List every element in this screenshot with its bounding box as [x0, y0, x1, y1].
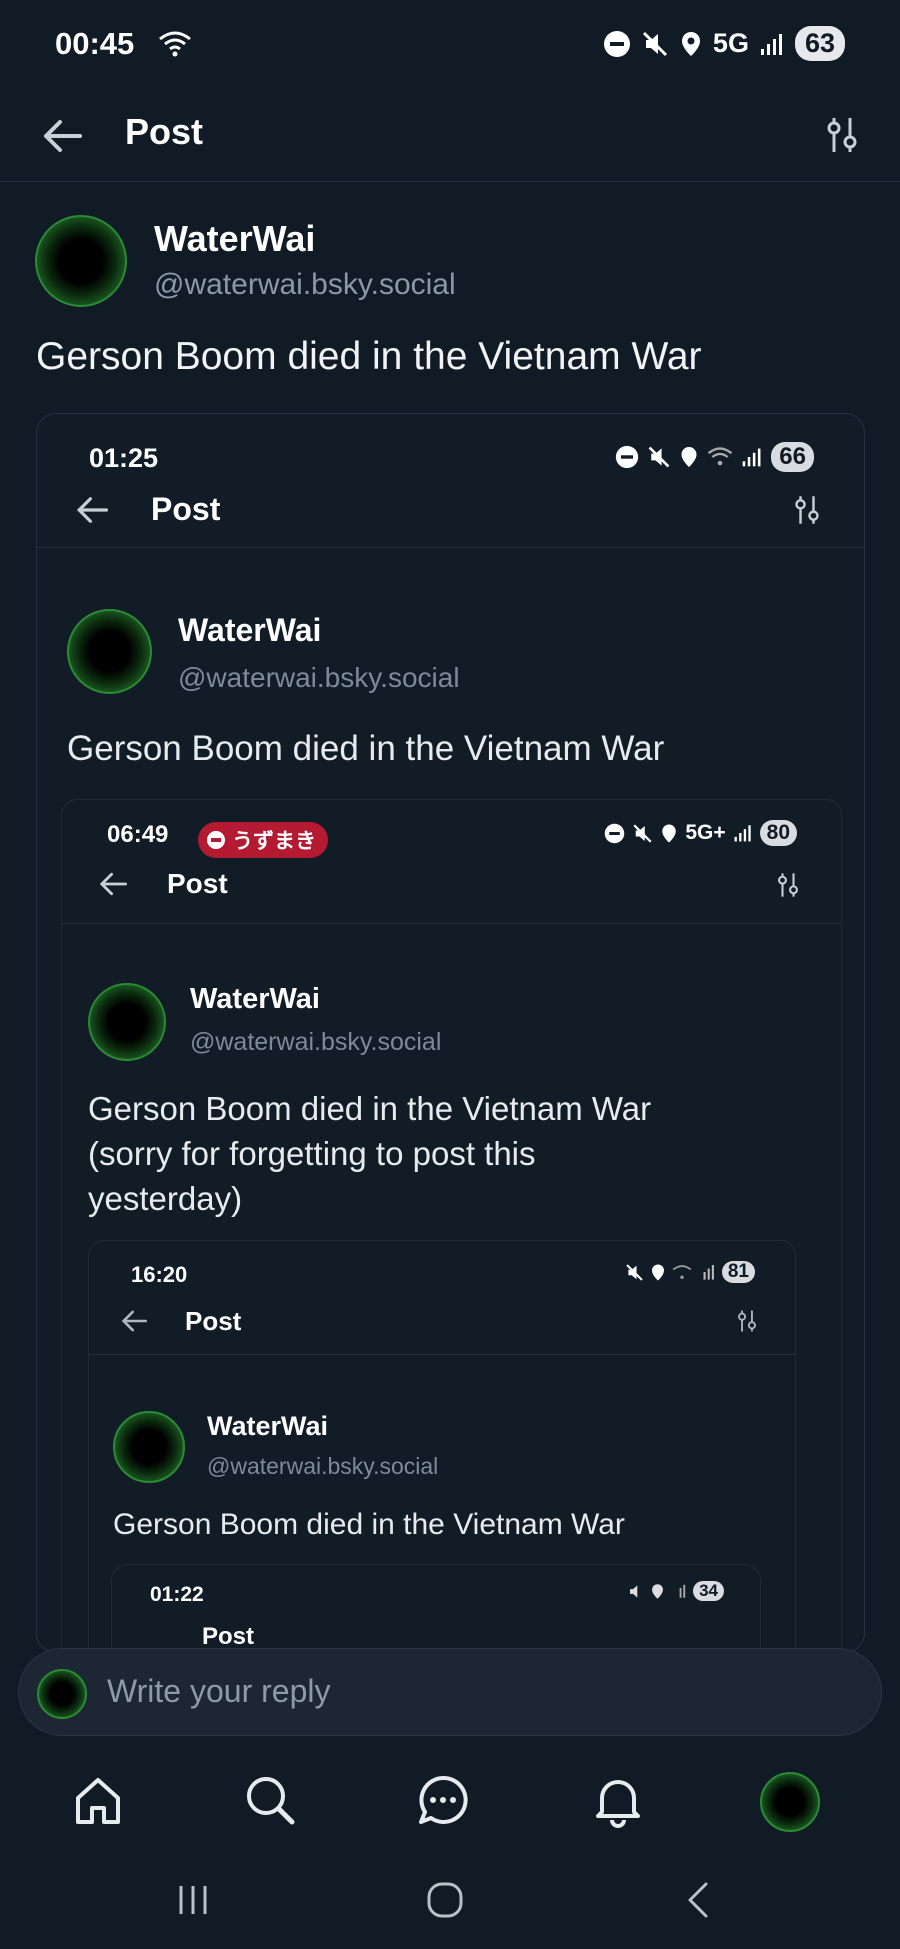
signal-icon [734, 825, 751, 842]
wifi-icon [159, 31, 191, 57]
embed-title: Post [167, 868, 228, 899]
avatar [67, 609, 152, 694]
location-icon [681, 447, 697, 467]
embed-text-line: Gerson Boom died in the Vietnam War [88, 1090, 652, 1127]
location-icon [662, 824, 677, 842]
dnd-icon [605, 823, 625, 843]
back-arrow-icon [99, 872, 127, 896]
embed-text-line: yesterday) [88, 1180, 243, 1217]
mute-icon [630, 1584, 638, 1598]
back-arrow-icon [121, 1310, 147, 1332]
embed-status-icons: 81 [625, 1261, 755, 1283]
embed-status-icons: 34 [627, 1581, 724, 1601]
status-bar: 00:45 5G 63 [0, 0, 900, 92]
nested-embed: 01:22 34 Post [111, 1564, 761, 1652]
location-icon [681, 31, 700, 56]
filter-icon [778, 873, 798, 897]
home-button-icon[interactable] [425, 1880, 465, 1920]
back-button-icon[interactable] [680, 1878, 716, 1922]
embed-battery: 34 [693, 1581, 724, 1601]
post-text: Gerson Boom died in the Vietnam War [36, 335, 702, 378]
mute-icon [648, 446, 670, 468]
embed-time: 01:25 [89, 443, 159, 473]
location-icon [651, 1264, 664, 1280]
dnd-icon [603, 30, 630, 57]
bottom-nav [0, 1752, 900, 1852]
embed-author-name: WaterWai [207, 1411, 329, 1441]
app-notification-pill: うずまき [198, 822, 328, 858]
battery-level: 63 [794, 26, 845, 61]
signal-icon [679, 1584, 686, 1598]
embed-text: Gerson Boom died in the Vietnam War [113, 1508, 625, 1541]
location-icon [652, 1583, 664, 1599]
avatar [37, 1669, 87, 1719]
embed-author-name: WaterWai [178, 612, 322, 648]
reply-bar[interactable]: Write your reply [18, 1648, 882, 1736]
embed-author-handle: @waterwai.bsky.social [207, 1453, 439, 1479]
avatar [113, 1411, 185, 1483]
avatar[interactable] [35, 215, 127, 307]
embed-author-name: WaterWai [190, 983, 320, 1015]
nested-embed: 16:20 81 Post WaterWai @waterwai.bsky.so… [88, 1240, 796, 1652]
embed-title: Post [185, 1306, 242, 1336]
filter-icon [738, 1310, 756, 1332]
page-title: Post [125, 111, 204, 152]
embed-author-handle: @waterwai.bsky.social [178, 662, 460, 693]
signal-icon [760, 33, 782, 55]
embed-text-line: (sorry for forgetting to post this [88, 1135, 536, 1172]
status-time: 00:45 [55, 26, 135, 61]
avatar [88, 983, 166, 1061]
status-icons: 5G 63 [603, 26, 845, 61]
embed-time: 16:20 [131, 1262, 188, 1287]
embed-battery: 81 [721, 1261, 755, 1283]
nested-embed: 06:49 5G+ 80 Post WaterWai @waterwai.bsk… [61, 799, 842, 1652]
wifi-icon [672, 1264, 692, 1279]
header-bar: Post [0, 92, 900, 182]
embed-title: Post [202, 1623, 255, 1650]
signal-icon [742, 448, 761, 467]
embed-status-icons: 5G+ 80 [604, 820, 797, 846]
embed-author-handle: @waterwai.bsky.social [190, 1028, 442, 1056]
embed-battery: 66 [771, 442, 814, 472]
embed-battery: 80 [759, 820, 797, 846]
embedded-image[interactable]: 01:25 66 Post WaterWai @waterwai.bsky.so… [36, 413, 865, 1653]
bell-icon[interactable] [590, 1772, 646, 1828]
embed-time: 06:49 [107, 821, 169, 848]
embed-title: Post [151, 491, 221, 527]
pill-label: うずまき [232, 830, 316, 853]
embed-status-icons: 66 [615, 442, 814, 472]
mute-icon [633, 823, 652, 843]
author-name[interactable]: WaterWai [154, 218, 315, 260]
dnd-icon [616, 445, 639, 469]
signal-icon [703, 1265, 714, 1280]
home-icon[interactable] [70, 1772, 126, 1828]
system-nav-bar [0, 1860, 900, 1949]
author-handle[interactable]: @waterwai.bsky.social [154, 268, 456, 302]
chat-icon[interactable] [415, 1772, 471, 1828]
back-arrow-icon [76, 497, 108, 523]
profile-avatar[interactable] [760, 1772, 820, 1832]
recent-apps-icon[interactable] [175, 1880, 211, 1920]
embed-text: Gerson Boom died in the Vietnam War [67, 729, 665, 768]
back-arrow-icon[interactable] [40, 116, 84, 156]
search-icon[interactable] [242, 1772, 298, 1828]
filter-icon[interactable] [826, 114, 858, 156]
network-label: 5G [712, 28, 749, 58]
reply-placeholder[interactable]: Write your reply [107, 1673, 330, 1710]
filter-icon [795, 496, 819, 524]
network-label: 5G+ [685, 821, 726, 844]
mute-icon [626, 1263, 643, 1281]
mute-icon [642, 31, 667, 56]
wifi-icon [708, 447, 733, 466]
embed-time: 01:22 [150, 1583, 204, 1606]
chat-bubble-icon [207, 831, 225, 849]
